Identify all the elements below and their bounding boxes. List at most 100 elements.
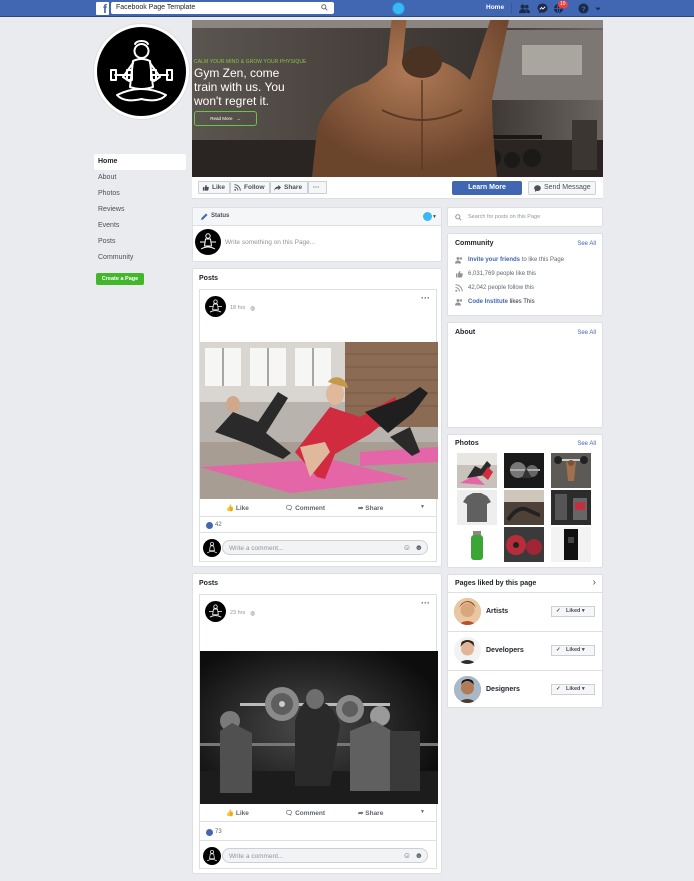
liked-toggle-button[interactable]: ✓ Liked ▾ bbox=[551, 684, 595, 695]
post-timestamp[interactable]: 23 hrs bbox=[230, 610, 245, 616]
svg-text:?: ? bbox=[581, 4, 586, 13]
liked-toggle-button[interactable]: ✓ Liked ▾ bbox=[551, 645, 595, 656]
liked-page-name[interactable]: Artists bbox=[486, 608, 508, 615]
sticker-icon[interactable]: ☻ bbox=[415, 851, 423, 860]
status-input[interactable]: Write something on this Page... bbox=[225, 239, 315, 246]
search-icon[interactable] bbox=[321, 4, 328, 11]
post-share-label: Share bbox=[365, 505, 384, 512]
friends-icon[interactable] bbox=[519, 3, 530, 14]
post-share-options-chevron-icon[interactable]: ▼ bbox=[420, 809, 425, 815]
code-institute-link[interactable]: Code Institute bbox=[468, 299, 508, 305]
page-profile-picture[interactable] bbox=[94, 24, 189, 119]
friends-icon bbox=[455, 299, 463, 306]
chevron-right-icon[interactable]: › bbox=[593, 577, 596, 588]
post-like-label: Like bbox=[235, 505, 249, 512]
post-author-avatar[interactable] bbox=[205, 601, 226, 622]
liked-toggle-button[interactable]: ✓ Liked ▾ bbox=[551, 606, 595, 617]
follow-page-button[interactable]: Follow bbox=[230, 181, 270, 194]
share-page-label: Share bbox=[284, 184, 303, 191]
facebook-logo-icon[interactable]: f bbox=[96, 2, 109, 15]
nav-item-posts[interactable]: Posts bbox=[94, 234, 186, 250]
post-comment-button[interactable]: 🗨 Comment bbox=[285, 809, 325, 817]
post-author-avatar[interactable] bbox=[205, 296, 226, 317]
page-logo-icon bbox=[200, 233, 216, 250]
sticker-icon[interactable]: ☻ bbox=[415, 543, 423, 552]
about-card: About See All bbox=[447, 322, 603, 428]
page-post-search-input[interactable]: Search for posts on this Page bbox=[468, 214, 540, 220]
liked-page-avatar[interactable] bbox=[454, 637, 481, 664]
nav-item-reviews[interactable]: Reviews bbox=[94, 202, 186, 218]
emoji-icon[interactable]: ☺ bbox=[403, 851, 411, 860]
meditation-dumbbell-logo-icon bbox=[110, 40, 173, 102]
liked-page-avatar[interactable] bbox=[454, 598, 481, 625]
profile-dot-icon[interactable] bbox=[392, 2, 405, 15]
pages-liked-title: Pages liked by this page bbox=[455, 580, 537, 587]
checkmark-icon: ✓ bbox=[556, 686, 561, 692]
photo-thumbnail[interactable] bbox=[504, 453, 544, 488]
create-page-button[interactable]: Create a Page bbox=[96, 273, 144, 285]
post-options-button[interactable]: ··· bbox=[421, 598, 430, 608]
commenter-avatar bbox=[203, 539, 221, 557]
photo-thumbnail[interactable] bbox=[504, 527, 544, 562]
photo-thumbnail[interactable] bbox=[457, 453, 497, 488]
search-input[interactable]: Facebook Page Template bbox=[111, 2, 334, 14]
messenger-icon[interactable] bbox=[537, 3, 548, 14]
code-institute-text: likes This bbox=[508, 299, 535, 305]
photo-thumbnail[interactable] bbox=[504, 490, 544, 525]
audience-selector-icon[interactable] bbox=[423, 212, 432, 221]
invite-friends-row: Invite your friends to like this Page bbox=[468, 257, 564, 263]
emoji-icon[interactable]: ☺ bbox=[403, 543, 411, 552]
post-share-button[interactable]: ➦ Share bbox=[358, 504, 383, 512]
post-image-workout bbox=[200, 342, 438, 499]
rss-follow-icon bbox=[234, 184, 241, 191]
post-like-count[interactable]: 73 bbox=[215, 829, 222, 835]
post-share-options-chevron-icon[interactable]: ▼ bbox=[420, 504, 425, 510]
post-comment-button[interactable]: 🗨 Comment bbox=[285, 504, 325, 512]
audience-chevron-icon[interactable]: ▼ bbox=[432, 214, 437, 220]
photo-thumbnail[interactable] bbox=[457, 527, 497, 562]
photo-thumbnail[interactable] bbox=[551, 453, 591, 488]
liked-page-name[interactable]: Developers bbox=[486, 647, 524, 654]
comment-divider bbox=[200, 840, 436, 841]
about-see-all-link[interactable]: See All bbox=[577, 330, 596, 336]
nav-item-about[interactable]: About bbox=[94, 170, 186, 186]
post-like-button[interactable]: 👍 Like bbox=[226, 809, 249, 817]
status-tab-label: Status bbox=[211, 213, 230, 219]
photo-thumbnail[interactable] bbox=[551, 490, 591, 525]
status-composer: Status ▼ Write something on this Page... bbox=[192, 207, 442, 262]
liked-page-row: Artists ✓ Liked ▾ bbox=[448, 592, 602, 631]
invite-friends-link[interactable]: Invite your friends bbox=[468, 257, 520, 263]
comment-input[interactable]: Write a comment... ☺ ☻ bbox=[222, 848, 428, 863]
post-share-button[interactable]: ➦ Share bbox=[358, 809, 383, 817]
cover-tagline: CALM YOUR MIND & GROW YOUR PHYSIQUE bbox=[194, 59, 307, 65]
nav-item-community[interactable]: Community bbox=[94, 250, 186, 266]
liked-page-name[interactable]: Designers bbox=[486, 686, 520, 693]
liked-page-row: Developers ✓ Liked ▾ bbox=[448, 631, 602, 670]
nav-item-photos[interactable]: Photos bbox=[94, 186, 186, 202]
help-icon[interactable]: ? bbox=[578, 3, 589, 14]
post-like-button[interactable]: 👍 Like bbox=[226, 504, 249, 512]
read-more-button[interactable]: Read More → bbox=[194, 111, 257, 126]
more-actions-button[interactable]: ··· bbox=[308, 181, 327, 194]
posts-section-1: Posts 18 hrs ◍ ··· 👍 Like 🗨 Comment ➦ Sh… bbox=[192, 268, 442, 567]
liked-page-avatar[interactable] bbox=[454, 676, 481, 703]
share-page-button[interactable]: Share bbox=[270, 181, 308, 194]
account-menu-chevron-icon[interactable] bbox=[594, 3, 602, 14]
comment-input[interactable]: Write a comment... ☺ ☻ bbox=[222, 540, 428, 555]
post-timestamp[interactable]: 18 hrs bbox=[230, 305, 245, 311]
photo-thumbnail[interactable] bbox=[551, 527, 591, 562]
photo-thumbnail[interactable] bbox=[457, 490, 497, 525]
send-message-button[interactable]: Send Message bbox=[528, 181, 596, 195]
home-link[interactable]: Home bbox=[486, 4, 504, 11]
post-like-count[interactable]: 42 bbox=[215, 522, 222, 528]
photos-see-all-link[interactable]: See All bbox=[577, 441, 596, 447]
post-options-button[interactable]: ··· bbox=[421, 293, 430, 303]
search-input-value[interactable]: Facebook Page Template bbox=[116, 4, 195, 11]
like-page-button[interactable]: Like bbox=[198, 181, 230, 194]
nav-item-events[interactable]: Events bbox=[94, 218, 186, 234]
community-see-all-link[interactable]: See All bbox=[577, 241, 596, 247]
status-tab[interactable]: Status ▼ bbox=[193, 208, 441, 226]
page-post-search[interactable]: Search for posts on this Page bbox=[447, 207, 603, 227]
learn-more-button[interactable]: Learn More bbox=[452, 181, 522, 195]
nav-item-home[interactable]: Home bbox=[94, 154, 186, 170]
